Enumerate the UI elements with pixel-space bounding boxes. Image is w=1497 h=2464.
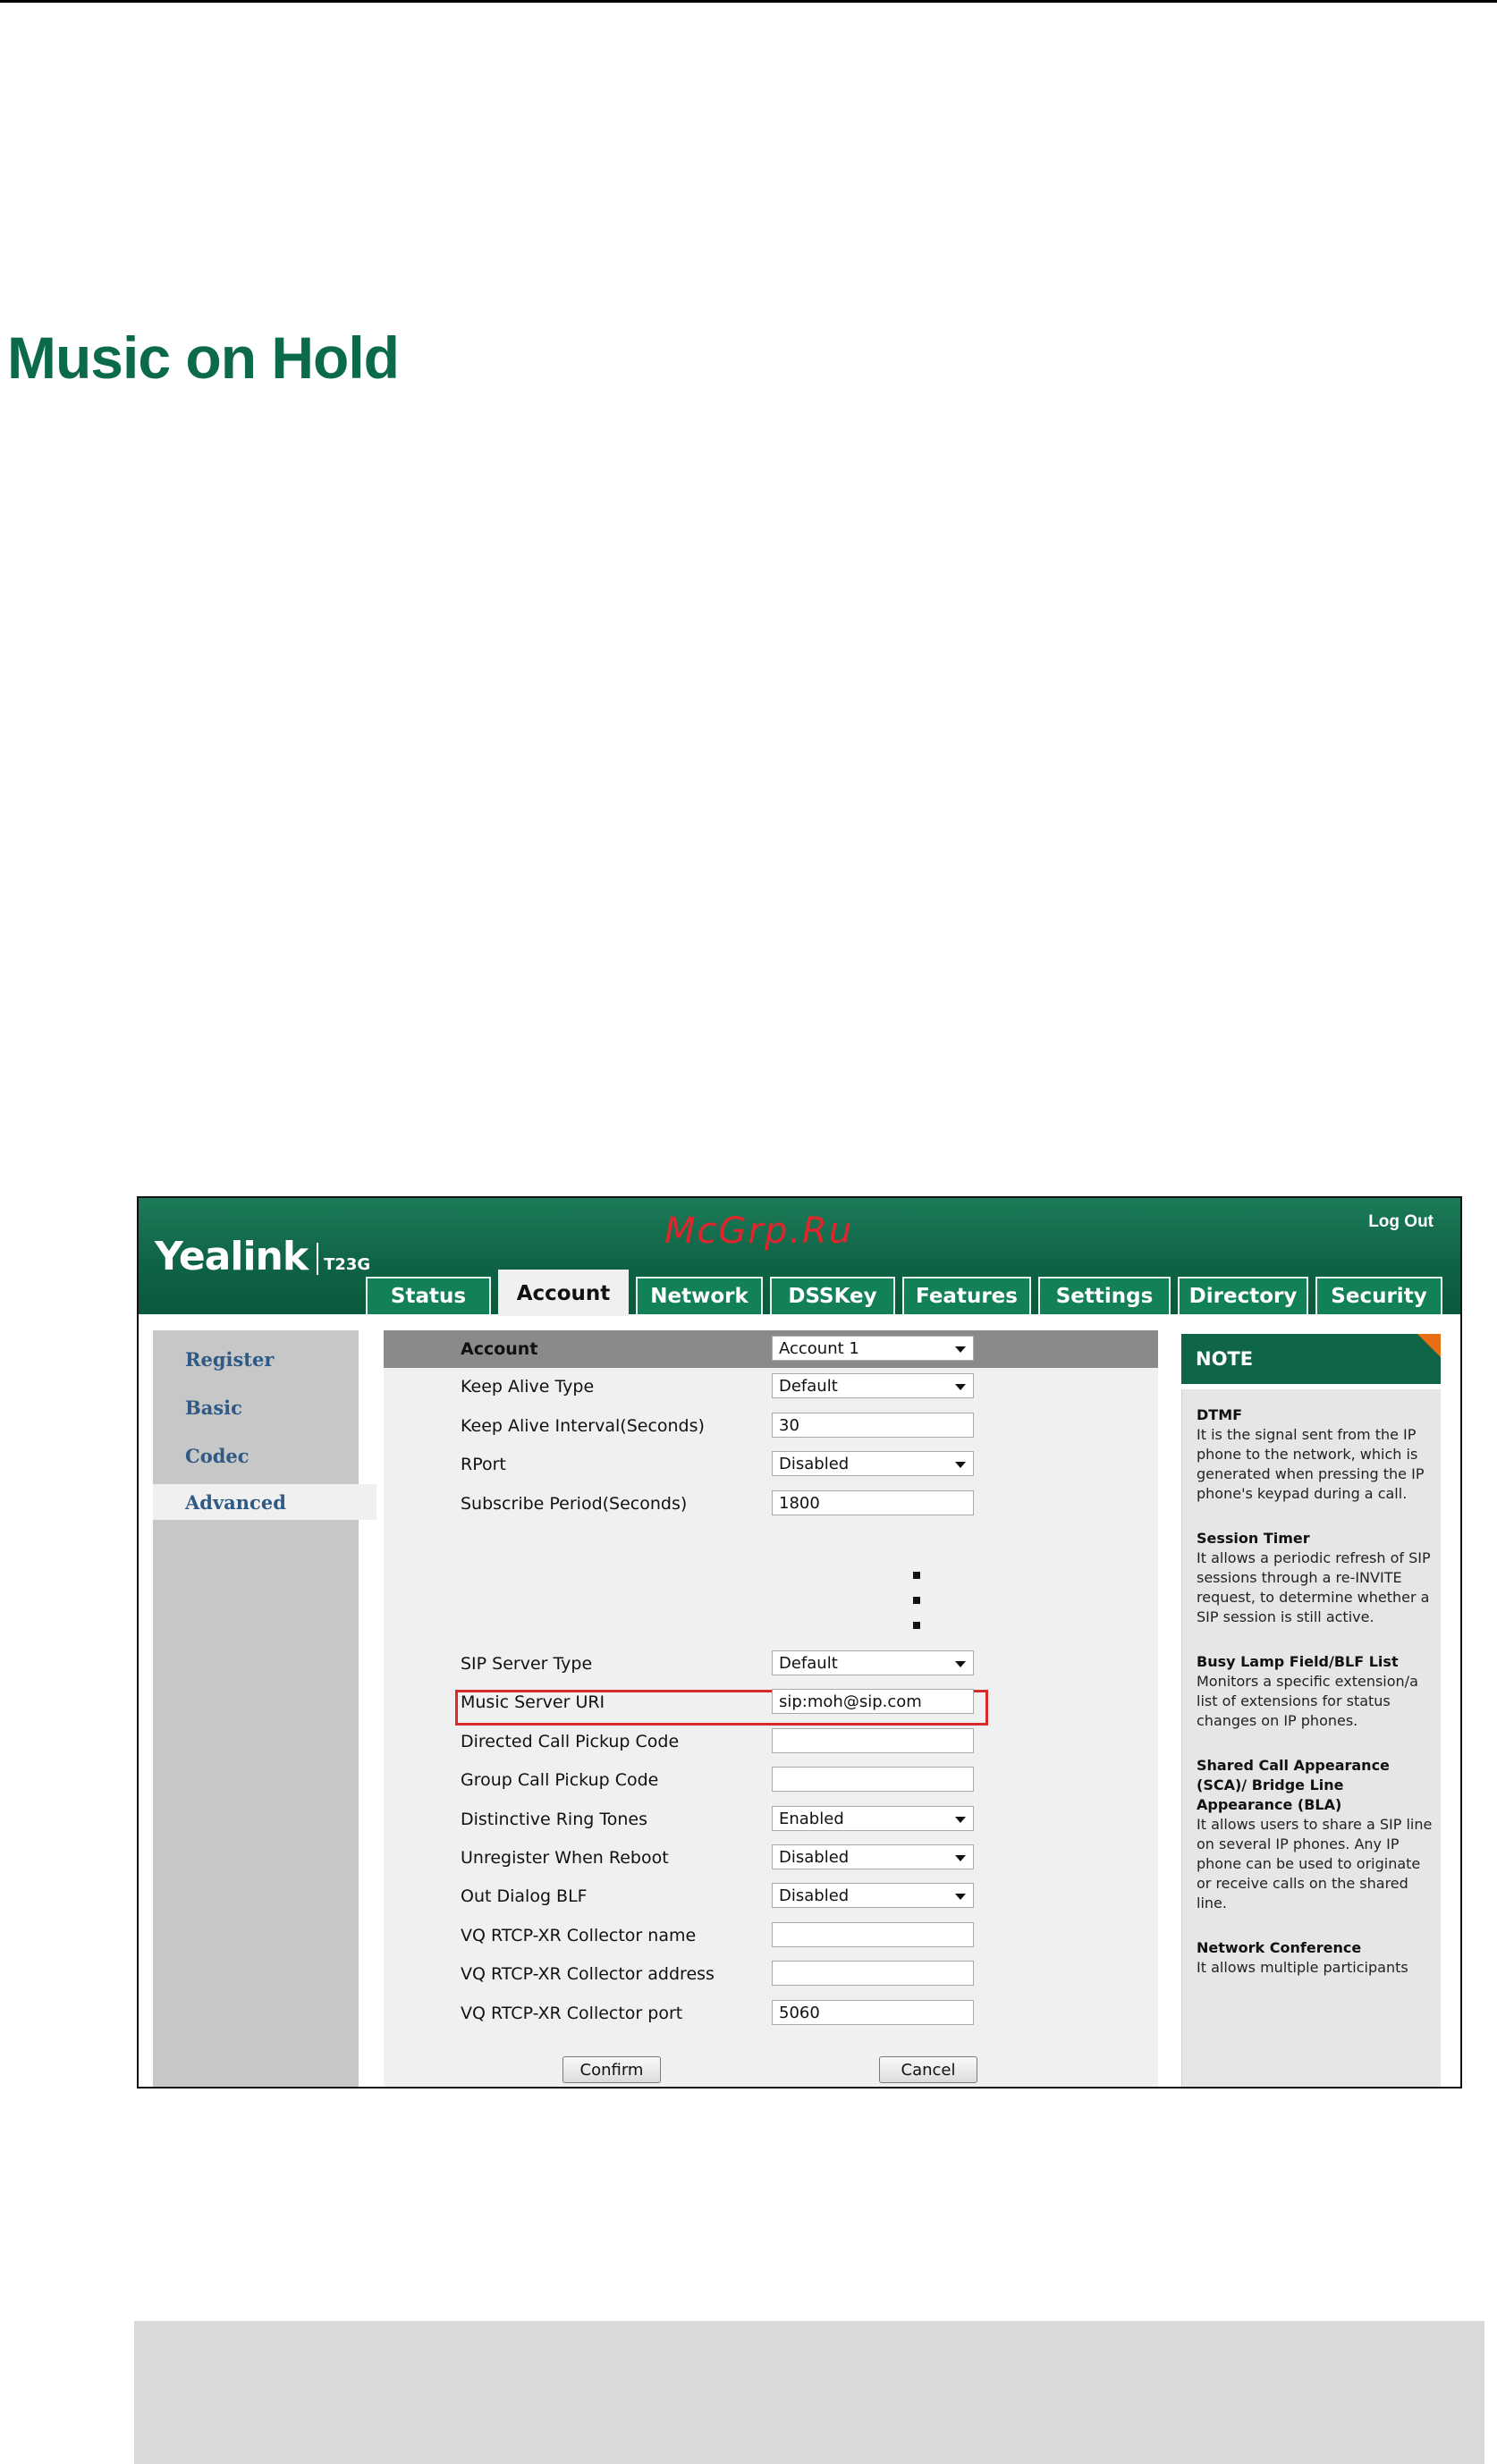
chevron-down-icon: [955, 1462, 966, 1468]
note-item-heading: Busy Lamp Field/BLF List: [1197, 1653, 1399, 1670]
chevron-down-icon: [955, 1384, 966, 1390]
vq-rtcp-xr-collector-name-input[interactable]: [772, 1921, 974, 1947]
rport-select[interactable]: Disabled: [772, 1451, 974, 1476]
tab-features[interactable]: Features: [902, 1277, 1031, 1314]
sip-server-type-select[interactable]: Default: [772, 1650, 974, 1675]
sidebar-item-advanced[interactable]: Advanced: [153, 1484, 376, 1520]
note-item: DTMF It is the signal sent from the IP ph…: [1197, 1405, 1434, 1504]
account-advanced-form: Account Account 1 Confirm Cancel Keep Al…: [384, 1330, 1158, 2087]
corner-fold-icon: [1417, 1334, 1441, 1357]
field-label-group-call-pickup-code: Group Call Pickup Code: [461, 1770, 659, 1791]
tab-security[interactable]: Security: [1315, 1277, 1442, 1314]
ellipsis-dot: [913, 1572, 920, 1579]
subscribe-period-seconds-input[interactable]: 1800: [772, 1489, 974, 1515]
cancel-button[interactable]: Cancel: [879, 2056, 977, 2083]
field-label-music-server-uri: Music Server URI: [461, 1692, 605, 1713]
field-label-sip-server-type: SIP Server Type: [461, 1654, 593, 1674]
out-dialog-blf-value: Disabled: [779, 1886, 850, 1906]
vq-rtcp-xr-collector-address-input[interactable]: [772, 1961, 974, 1987]
unregister-when-reboot-value: Disabled: [779, 1848, 850, 1867]
model-label: T23G: [324, 1255, 371, 1274]
keep-alive-type-select[interactable]: Default: [772, 1373, 974, 1398]
header-banner: Yealink T23G McGrp.Ru Log Out Status Accou…: [139, 1198, 1460, 1316]
note-item-heading: Shared Call Appearance (SCA)/ Bridge Lin…: [1197, 1757, 1390, 1813]
vq-rtcp-xr-collector-port-value: 5060: [779, 2003, 820, 2022]
tab-status[interactable]: Status: [366, 1277, 491, 1314]
note-box: [134, 2321, 1484, 2464]
sidebar-item-register[interactable]: Register: [153, 1341, 376, 1377]
note-item-heading: Network Conference: [1197, 1939, 1362, 1956]
field-label-subscribe-period-seconds: Subscribe Period(Seconds): [461, 1493, 688, 1514]
confirm-button[interactable]: Confirm: [562, 2056, 661, 2083]
chevron-down-icon: [955, 1816, 966, 1823]
field-label-keep-alive-type: Keep Alive Type: [461, 1377, 595, 1397]
chevron-down-icon: [955, 1855, 966, 1861]
logo-divider: [317, 1243, 319, 1275]
group-call-pickup-code-input[interactable]: [772, 1767, 974, 1793]
note-item: Network Conference It allows multiple par…: [1197, 1938, 1434, 1978]
keep-alive-interval-seconds-value: 30: [779, 1415, 799, 1435]
note-title: NOTE: [1196, 1348, 1254, 1370]
note-item-text: It is the signal sent from the IP phone …: [1197, 1426, 1425, 1502]
ellipsis-dot: [913, 1622, 920, 1629]
directed-call-pickup-code-input[interactable]: [772, 1727, 974, 1753]
keep-alive-type-value: Default: [779, 1377, 838, 1396]
note-panel: DTMF It is the signal sent from the IP ph…: [1181, 1389, 1441, 2087]
chevron-down-icon: [955, 1346, 966, 1353]
account-label: Account: [461, 1339, 538, 1359]
logout-link[interactable]: Log Out: [1368, 1212, 1434, 1232]
watermark: McGrp.Ru: [664, 1211, 854, 1252]
tab-directory[interactable]: Directory: [1178, 1277, 1308, 1314]
sip-server-type-value: Default: [779, 1654, 838, 1673]
account-select-value: Account 1: [779, 1339, 859, 1358]
field-label-unregister-when-reboot: Unregister When Reboot: [461, 1848, 669, 1868]
note-item-text: Monitors a specific extension/a list of …: [1197, 1673, 1418, 1729]
tab-settings[interactable]: Settings: [1038, 1277, 1171, 1314]
note-item-heading: DTMF: [1197, 1406, 1243, 1423]
sidebar: Register Basic Codec Advanced: [153, 1330, 376, 2087]
note-item-heading: Session Timer: [1197, 1530, 1310, 1547]
chevron-down-icon: [955, 1894, 966, 1901]
note-item-text: It allows users to share a SIP line on s…: [1197, 1816, 1433, 1911]
distinctive-ring-tones-select[interactable]: Enabled: [772, 1805, 974, 1831]
unregister-when-reboot-select[interactable]: Disabled: [772, 1844, 974, 1869]
sidebar-item-codec[interactable]: Codec: [153, 1438, 376, 1473]
note-item: Session Timer It allows a periodic refres…: [1197, 1529, 1434, 1627]
logo: Yealink T23G: [155, 1234, 370, 1279]
distinctive-ring-tones-value: Enabled: [779, 1809, 844, 1828]
field-label-out-dialog-blf: Out Dialog BLF: [461, 1886, 588, 1907]
web-ui-screenshot: Yealink T23G McGrp.Ru Log Out Status Accou…: [137, 1196, 1462, 2088]
music-server-uri-value: sip:moh@sip.com: [779, 1692, 922, 1712]
sidebar-item-basic[interactable]: Basic: [153, 1389, 376, 1425]
logo-text: Yealink: [155, 1234, 309, 1279]
account-select[interactable]: Account 1: [772, 1336, 974, 1361]
page-title: Music on Hold: [7, 325, 400, 391]
rport-value: Disabled: [779, 1455, 850, 1473]
field-label-rport: RPort: [461, 1455, 506, 1474]
out-dialog-blf-select[interactable]: Disabled: [772, 1883, 974, 1909]
field-label-vq-rtcp-xr-collector-address: VQ RTCP-XR Collector address: [461, 1964, 715, 1985]
music-server-uri-input[interactable]: sip:moh@sip.com: [772, 1689, 974, 1715]
note-item-text: It allows a periodic refresh of SIP sess…: [1197, 1549, 1431, 1625]
tab-dsskey[interactable]: DSSKey: [770, 1277, 895, 1314]
field-label-distinctive-ring-tones: Distinctive Ring Tones: [461, 1809, 647, 1829]
note-header: NOTE: [1181, 1334, 1441, 1384]
chevron-down-icon: [955, 1661, 966, 1667]
keep-alive-interval-seconds-input[interactable]: 30: [772, 1412, 974, 1438]
field-label-vq-rtcp-xr-collector-name: VQ RTCP-XR Collector name: [461, 1925, 697, 1945]
note-item-text: It allows multiple participants: [1197, 1959, 1408, 1976]
tab-account[interactable]: Account: [498, 1270, 629, 1316]
field-label-keep-alive-interval-seconds: Keep Alive Interval(Seconds): [461, 1415, 705, 1436]
vq-rtcp-xr-collector-port-input[interactable]: 5060: [772, 1999, 974, 2025]
field-label-directed-call-pickup-code: Directed Call Pickup Code: [461, 1731, 680, 1751]
top-rule: [0, 0, 1497, 3]
tab-network[interactable]: Network: [636, 1277, 763, 1314]
ellipsis-dot: [913, 1597, 920, 1604]
subscribe-period-seconds-value: 1800: [779, 1493, 820, 1513]
field-label-vq-rtcp-xr-collector-port: VQ RTCP-XR Collector port: [461, 2003, 683, 2023]
note-item: Shared Call Appearance (SCA)/ Bridge Lin…: [1197, 1756, 1434, 1913]
note-item: Busy Lamp Field/BLF List Monitors a speci…: [1197, 1652, 1434, 1731]
